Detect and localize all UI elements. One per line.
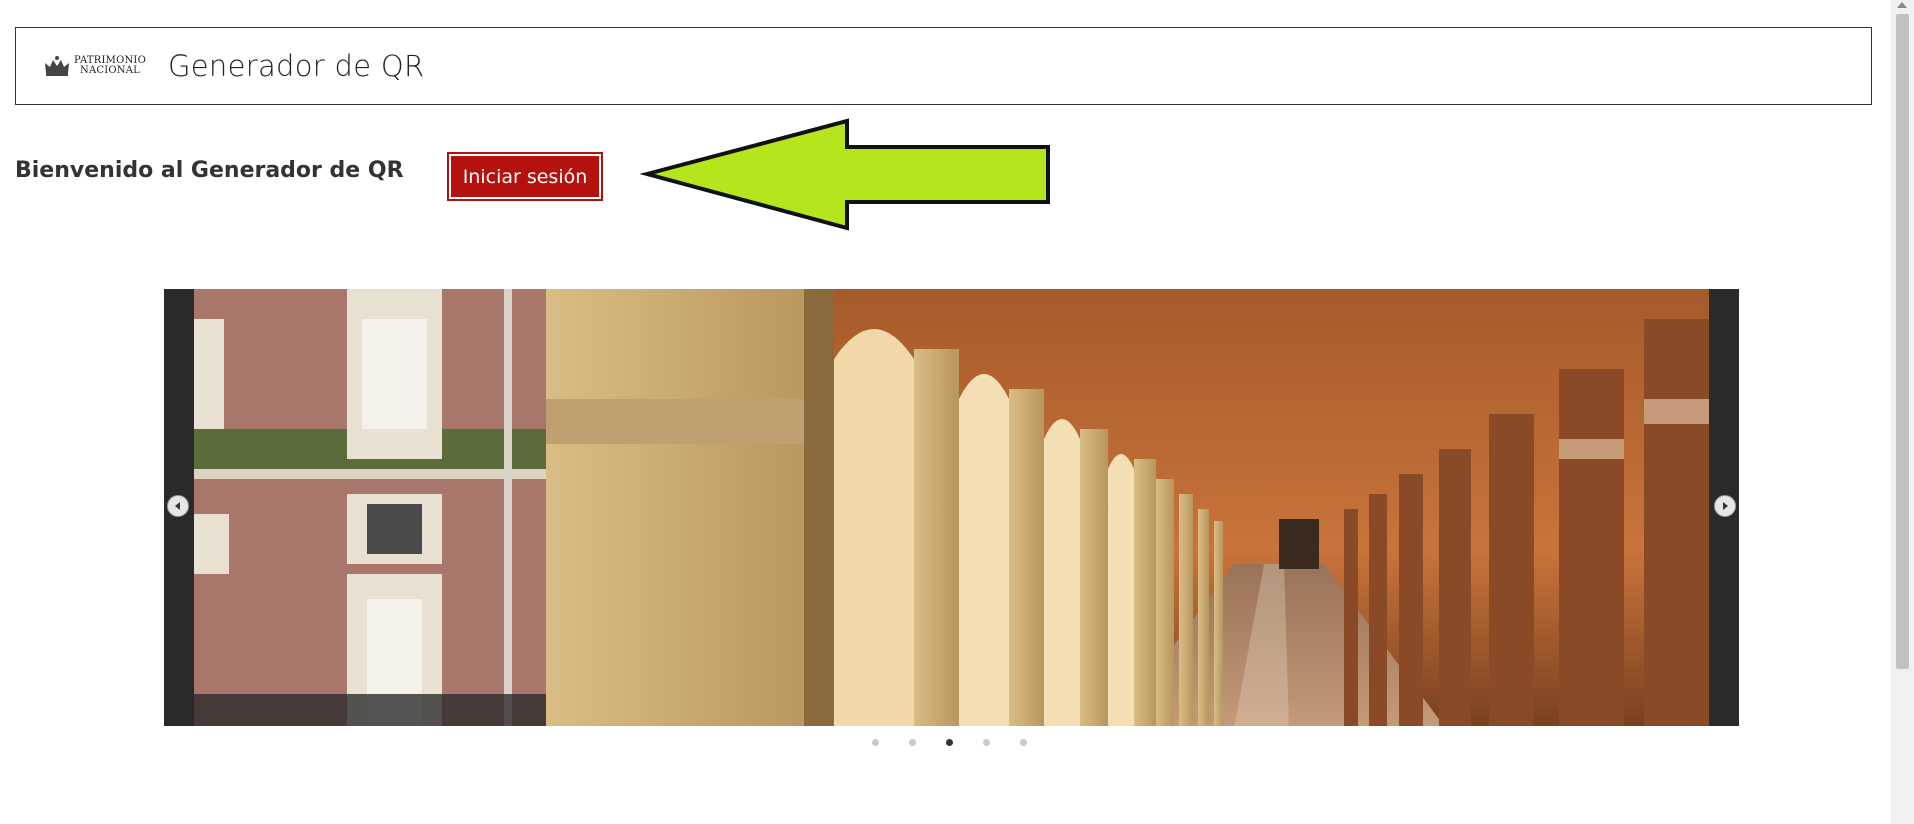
image-carousel bbox=[164, 289, 1739, 726]
carousel-dot[interactable] bbox=[983, 739, 990, 746]
welcome-heading: Bienvenido al Generador de QR bbox=[15, 158, 404, 183]
logo-text: PATRIMONIO NACIONAL bbox=[74, 56, 146, 76]
chevron-right-icon bbox=[1723, 502, 1728, 510]
patrimonio-nacional-logo[interactable]: PATRIMONIO NACIONAL bbox=[43, 55, 146, 77]
carousel-dot[interactable] bbox=[909, 739, 916, 746]
logo-line-2: NACIONAL bbox=[80, 65, 140, 76]
carousel-prev-button[interactable] bbox=[167, 495, 189, 517]
carousel-slide-image bbox=[194, 289, 1709, 726]
scroll-up-icon[interactable] bbox=[1897, 2, 1907, 8]
green-arrow-annotation bbox=[640, 118, 1050, 231]
app-header: PATRIMONIO NACIONAL Generador de QR bbox=[15, 27, 1872, 105]
carousel-dot-active[interactable] bbox=[946, 739, 953, 746]
carousel-next-button[interactable] bbox=[1714, 495, 1736, 517]
crown-icon bbox=[45, 56, 69, 76]
carousel-dot[interactable] bbox=[1020, 739, 1027, 746]
vertical-scrollbar[interactable] bbox=[1891, 0, 1914, 824]
login-button[interactable]: Iniciar sesión bbox=[448, 153, 602, 200]
chevron-left-icon bbox=[175, 502, 180, 510]
app-title: Generador de QR bbox=[167, 49, 425, 83]
carousel-indicators bbox=[872, 739, 1027, 746]
carousel-dot[interactable] bbox=[872, 739, 879, 746]
scrollbar-thumb[interactable] bbox=[1896, 14, 1909, 669]
